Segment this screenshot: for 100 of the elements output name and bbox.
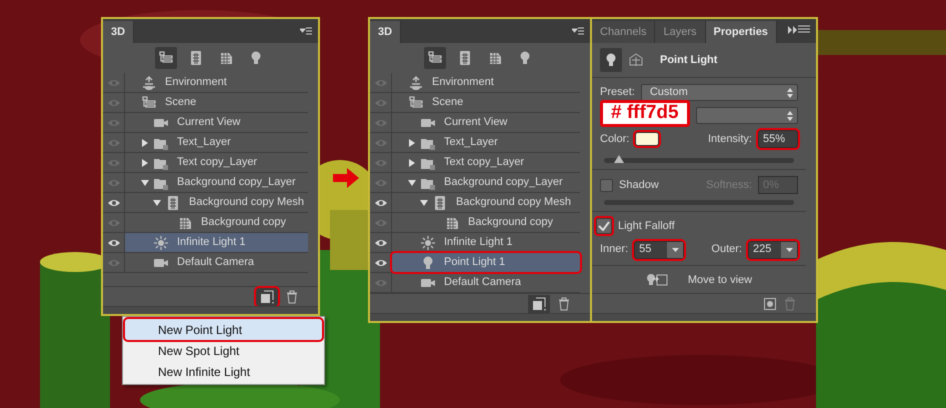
menu-item[interactable]: New Point Light	[125, 319, 322, 340]
eye-icon[interactable]	[106, 198, 120, 208]
tree-item[interactable]: Background copy Mesh	[392, 193, 580, 212]
menu-item[interactable]: New Infinite Light	[125, 361, 322, 382]
resize-grip[interactable]	[103, 306, 318, 314]
item-label: Environment	[432, 75, 494, 90]
tree-item[interactable]: Environment	[392, 73, 580, 92]
panel-menu-icon[interactable]	[788, 25, 810, 35]
tree-item[interactable]: Text_Layer	[392, 133, 580, 152]
scene-icon	[141, 94, 157, 110]
filter-button[interactable]	[154, 47, 176, 69]
trash-icon[interactable]	[286, 290, 298, 304]
eye-icon[interactable]	[374, 198, 388, 208]
properties-title: Point Light	[660, 52, 718, 68]
color-swatch[interactable]	[635, 132, 660, 146]
tree-item[interactable]: Infinite Light 1	[392, 233, 580, 252]
tree-item[interactable]: Scene	[125, 93, 308, 112]
expanded-icon[interactable]	[420, 198, 428, 206]
coordinates-icon[interactable]	[628, 53, 644, 67]
new-light-icon	[260, 290, 274, 304]
new-light-button[interactable]	[528, 294, 550, 312]
field-label: Inner:	[600, 242, 628, 258]
item-label: Point Light 1	[444, 255, 506, 270]
tree-item[interactable]: Infinite Light 1	[125, 233, 308, 252]
item-label: Current View	[177, 115, 240, 130]
collapsed-icon[interactable]	[408, 138, 416, 146]
expanded-icon[interactable]	[141, 178, 149, 186]
item-label: Background copy Mesh	[456, 195, 571, 210]
tree-item[interactable]: Point Light 1	[392, 253, 580, 272]
menu-item[interactable]: New Spot Light	[125, 340, 322, 361]
tree-item[interactable]: Current View	[125, 113, 308, 132]
bulb-icon	[605, 53, 617, 67]
tree-item[interactable]: Text_Layer	[125, 133, 308, 152]
tree-item[interactable]: Environment	[125, 73, 308, 92]
tree-item[interactable]: Background copy	[125, 213, 308, 232]
expanded-icon[interactable]	[153, 198, 161, 206]
trash-icon[interactable]	[558, 296, 570, 310]
eye-icon[interactable]	[374, 258, 388, 268]
field-label: Color:	[600, 132, 630, 147]
item-label: Text_Layer	[444, 135, 498, 150]
collapsed-icon[interactable]	[408, 158, 416, 166]
resize-grip[interactable]	[592, 313, 816, 321]
panel-tab[interactable]: 3D	[370, 21, 402, 43]
tree-item[interactable]: Background copy	[392, 213, 580, 232]
expanded-icon[interactable]	[408, 178, 416, 186]
panel-tab[interactable]: Layers	[655, 21, 706, 43]
caret-icon	[786, 248, 792, 252]
render-icon[interactable]	[764, 298, 776, 310]
collapsed-icon[interactable]	[141, 158, 149, 166]
tree-item[interactable]: Background copy Mesh	[125, 193, 308, 212]
mesh-icon	[457, 50, 473, 66]
dropdown-arrows-icon	[787, 88, 793, 98]
panel-tab[interactable]: Channels	[592, 21, 656, 43]
item-label: Default Camera	[177, 255, 254, 270]
tree-item[interactable]: Background copy_Layer	[392, 173, 580, 192]
resize-grip[interactable]	[370, 313, 590, 321]
field-label: Light Falloff	[618, 219, 675, 234]
item-label: Text_Layer	[177, 135, 231, 150]
filter-button[interactable]	[424, 47, 446, 69]
item-label: Current View	[444, 115, 508, 130]
preset-dropdown[interactable]: Custom	[640, 84, 798, 101]
dropdown-arrows-icon	[787, 110, 793, 120]
outer-dropdown[interactable]: 225	[748, 240, 798, 258]
falloff-checkbox[interactable]	[596, 218, 612, 234]
tree-item[interactable]: Text copy_Layer	[125, 153, 308, 172]
shadow-checkbox[interactable]	[600, 178, 613, 192]
light-type-button[interactable]	[600, 48, 622, 72]
eye-icon[interactable]	[106, 238, 120, 248]
tree-item[interactable]: Text copy_Layer	[392, 153, 580, 172]
field-label: Intensity:	[708, 132, 752, 147]
item-label: Background copy Mesh	[189, 195, 304, 210]
collapsed-icon[interactable]	[141, 138, 149, 146]
item-label: Background copy_Layer	[177, 175, 296, 190]
field-label: Shadow	[619, 178, 659, 193]
move-to-view-button[interactable]	[646, 272, 668, 287]
field-label: Move to view	[688, 272, 752, 288]
tree-item[interactable]: Default Camera	[392, 273, 580, 292]
panel-menu-icon[interactable]	[300, 27, 312, 35]
slider-thumb[interactable]	[614, 155, 624, 163]
check-icon	[598, 221, 610, 232]
field-label: Outer:	[711, 242, 742, 258]
scene-icon	[408, 94, 424, 110]
item-label: Environment	[165, 75, 227, 90]
move-to-view-icon	[646, 272, 668, 287]
tree-item[interactable]: Background copy_Layer	[125, 173, 308, 192]
panel-tab[interactable]: Properties	[706, 21, 777, 43]
inner-dropdown[interactable]: 55	[634, 240, 684, 258]
new-light-button[interactable]	[256, 288, 278, 306]
item-label: Infinite Light 1	[177, 235, 246, 250]
item-label: Scene	[432, 95, 464, 110]
intensity-field[interactable]: 55%	[758, 130, 798, 148]
panel-tab[interactable]: 3D	[103, 21, 134, 43]
tree-item[interactable]: Current View	[392, 113, 580, 132]
tree-item[interactable]: Scene	[392, 93, 580, 112]
eye-icon[interactable]	[374, 238, 388, 248]
tree-item[interactable]: Default Camera	[125, 253, 308, 272]
field-label: Preset:	[600, 85, 635, 100]
panel-menu-icon[interactable]	[572, 27, 584, 35]
item-label: Scene	[165, 95, 196, 110]
item-label: Background copy	[201, 215, 286, 230]
